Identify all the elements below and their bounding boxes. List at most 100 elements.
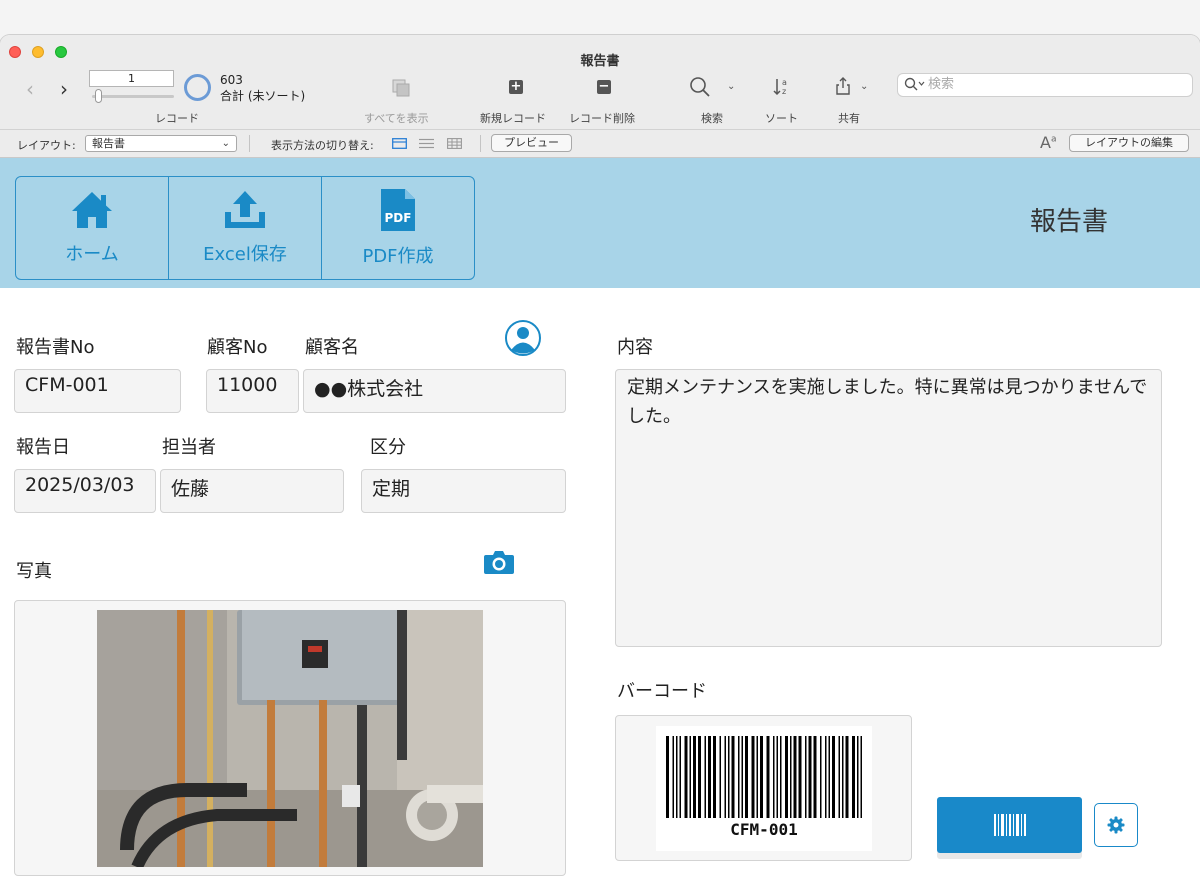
table-view-icon[interactable] — [447, 138, 462, 149]
report-no-field[interactable]: CFM-001 — [14, 369, 181, 413]
staff-field[interactable]: 佐藤 — [160, 469, 344, 513]
water-heater-photo[interactable] — [97, 610, 483, 867]
list-view-icon[interactable] — [419, 138, 434, 149]
barcode-bar — [713, 736, 716, 818]
photo-label: 写真 — [16, 561, 52, 582]
barcode-bar — [728, 736, 730, 818]
record-label: レコード — [155, 112, 199, 125]
barcode-bar — [832, 736, 835, 818]
customer-no-label: 顧客No — [207, 337, 268, 358]
barcode-bar — [666, 736, 669, 818]
generate-barcode-button[interactable] — [937, 797, 1082, 853]
barcode-bar — [766, 736, 770, 818]
svg-text:z: z — [782, 87, 786, 96]
barcode-label: バーコード — [617, 681, 707, 702]
barcode-bars — [666, 736, 862, 818]
pdf-icon-badge: PDF — [385, 211, 412, 225]
record-status: 合計 (未ソート) — [220, 89, 306, 103]
report-no-label: 報告書No — [16, 337, 95, 358]
record-slider-track[interactable] — [92, 95, 174, 98]
previous-record-icon[interactable]: ‹ — [26, 77, 34, 101]
sort-icon[interactable]: az — [772, 77, 792, 101]
barcode-bar — [820, 736, 822, 818]
barcode-bar — [676, 736, 678, 818]
barcode-bar — [793, 736, 797, 818]
page-title: 報告書 — [1030, 207, 1109, 237]
share-icon[interactable] — [834, 76, 852, 100]
customer-person-icon[interactable] — [504, 319, 542, 357]
barcode-bar — [693, 736, 696, 818]
content-field[interactable]: 定期メンテナンスを実施しました。特に異常は見つかりませんでした。 — [615, 369, 1162, 647]
barcode-bar — [845, 736, 849, 818]
show-all-icon[interactable] — [391, 78, 411, 102]
barcode-bar — [684, 736, 688, 818]
category-field[interactable]: 定期 — [361, 469, 566, 513]
barcode-bar — [798, 736, 802, 818]
preview-button[interactable]: プレビュー — [491, 134, 572, 152]
barcode-bar — [731, 736, 735, 818]
search-icon — [904, 77, 926, 95]
edit-layout-button[interactable]: レイアウトの編集 — [1069, 134, 1189, 152]
photo-container — [14, 600, 566, 876]
new-record-label[interactable]: 新規レコード — [480, 110, 546, 126]
barcode-bar — [790, 736, 792, 818]
barcode-bar — [860, 736, 862, 818]
app-window: 報告書 ‹ › 1 603 合計 (未ソート) レコード すべてを表示 + 新規… — [0, 35, 1200, 896]
layout-select[interactable]: 報告書 ⌄ — [85, 135, 237, 152]
barcode-bar — [756, 736, 758, 818]
upload-icon — [225, 191, 265, 228]
next-record-icon[interactable]: › — [60, 77, 68, 101]
new-record-icon[interactable]: + — [509, 80, 523, 94]
window-title: 報告書 — [580, 54, 620, 69]
search-input[interactable]: 検索 — [897, 73, 1193, 97]
sort-label[interactable]: ソート — [765, 110, 798, 126]
show-all-label[interactable]: すべてを表示 — [364, 110, 429, 126]
barcode-bar — [825, 736, 827, 818]
delete-record-label[interactable]: レコード削除 — [569, 110, 635, 126]
customer-name-field[interactable]: ●●株式会社 — [303, 369, 566, 413]
svg-text:a: a — [782, 78, 787, 87]
customer-no-field[interactable]: 11000 — [206, 369, 299, 413]
find-icon[interactable] — [689, 76, 711, 102]
barcode-bar — [698, 736, 701, 818]
barcode-bar — [838, 736, 840, 818]
share-menu-chevron-icon[interactable]: ⌄ — [860, 81, 868, 92]
divider — [249, 135, 250, 152]
home-button-label: ホーム — [65, 244, 119, 265]
report-date-label: 報告日 — [16, 437, 70, 458]
barcode-bar — [738, 736, 740, 818]
divider — [480, 135, 481, 152]
content-label: 内容 — [617, 337, 653, 358]
pdf-icon: PDF — [381, 189, 415, 231]
report-date-field[interactable]: 2025/03/03 — [14, 469, 156, 513]
pdf-create-button[interactable]: PDF PDF作成 — [322, 177, 474, 279]
record-slider-handle[interactable] — [95, 89, 102, 103]
excel-save-button[interactable]: Excel保存 — [169, 177, 322, 279]
share-label[interactable]: 共有 — [838, 110, 860, 126]
barcode-bar — [689, 736, 691, 818]
toolbar: 報告書 ‹ › 1 603 合計 (未ソート) レコード すべてを表示 + 新規… — [0, 35, 1200, 130]
barcode-bar — [704, 736, 706, 818]
barcode-bar — [785, 736, 788, 818]
camera-icon[interactable] — [483, 549, 515, 575]
excel-save-button-label: Excel保存 — [203, 244, 287, 265]
barcode-bar — [745, 736, 748, 818]
record-total: 603 — [220, 73, 243, 87]
find-label[interactable]: 検索 — [701, 110, 723, 126]
home-icon — [72, 192, 112, 228]
text-format-icon[interactable]: Aa — [1040, 133, 1056, 152]
layout-label: レイアウト: — [17, 139, 76, 152]
home-button[interactable]: ホーム — [16, 177, 169, 279]
barcode-bar — [828, 736, 830, 818]
barcode-bar — [672, 736, 674, 818]
barcode-text: CFM-001 — [730, 820, 798, 839]
record-number-input[interactable]: 1 — [89, 70, 174, 87]
barcode-settings-button[interactable] — [1094, 803, 1138, 847]
barcode-bar — [808, 736, 812, 818]
barcode-bar — [780, 736, 782, 818]
form-view-icon[interactable] — [392, 138, 407, 149]
find-menu-chevron-icon[interactable]: ⌄ — [727, 81, 735, 92]
layout-bar: レイアウト: 報告書 ⌄ 表示方法の切り替え: プレビュー Aa レイアウトの編… — [0, 130, 1200, 158]
barcode-bar — [708, 736, 711, 818]
delete-record-icon[interactable]: − — [597, 80, 611, 94]
